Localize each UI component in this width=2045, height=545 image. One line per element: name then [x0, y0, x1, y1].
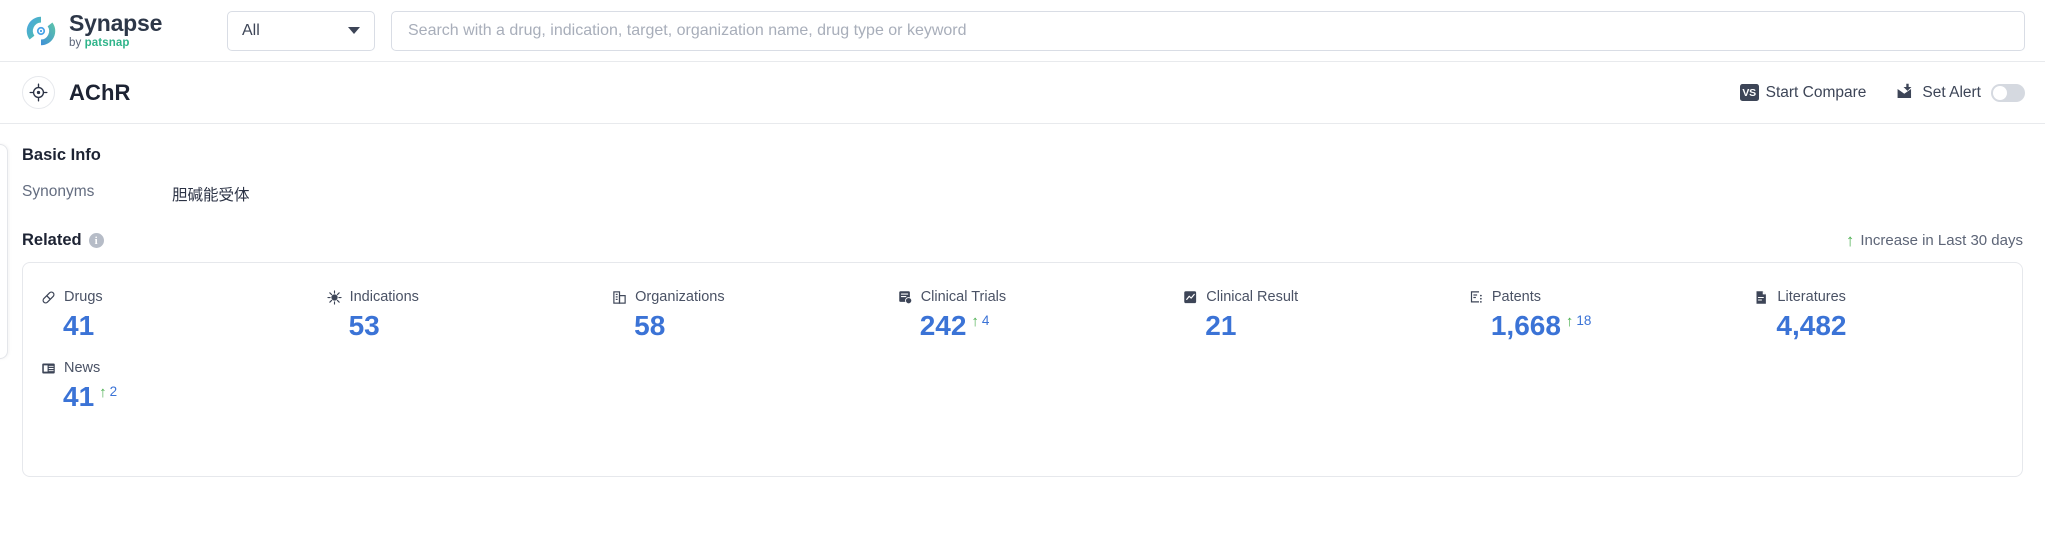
stat-news-value[interactable]: 41	[63, 382, 94, 412]
increase-legend: ↑ Increase in Last 30 days	[1846, 232, 2023, 249]
entity-actions: VS Start Compare Set Alert	[1739, 83, 2025, 102]
related-stats-grid: Drugs 41 Indications 53 Organizations 58…	[23, 289, 2022, 412]
stat-organizations: Organizations 58	[594, 289, 880, 340]
arrow-up-icon: ↑	[1565, 313, 1574, 330]
stat-clinical-result-value[interactable]: 21	[1205, 311, 1236, 341]
stat-indications: Indications 53	[309, 289, 595, 340]
stat-patents-value-row: 1,668 ↑ 18	[1469, 311, 1737, 341]
entity-header: AChR VS Start Compare Set Alert	[0, 62, 2045, 124]
entity-body: Basic Info Synonyms 胆碱能受体 Related i ↑ In…	[0, 124, 2045, 545]
search-input[interactable]	[408, 21, 2008, 40]
pill-icon	[41, 290, 56, 305]
stat-clinical-trials-value[interactable]: 242	[920, 311, 967, 341]
stat-drugs-label: Drugs	[64, 289, 103, 305]
stat-patents-label: Patents	[1491, 289, 1542, 305]
stat-organizations-label-row: Organizations	[612, 289, 880, 305]
virus-icon	[326, 289, 342, 305]
stat-news-delta-value: 2	[109, 384, 118, 400]
literature-icon	[1754, 290, 1769, 305]
stat-patents-delta: ↑ 18	[1566, 314, 1592, 329]
stat-organizations-value[interactable]: 58	[634, 311, 665, 341]
basic-info-heading: Basic Info	[22, 146, 101, 164]
stat-drugs-value-row: 41	[41, 311, 309, 341]
clinical-result-icon	[1183, 290, 1198, 305]
set-alert-control[interactable]: Set Alert	[1896, 83, 2025, 102]
stat-drugs-label-row: Drugs	[41, 289, 309, 305]
stat-literatures-label: Literatures	[1777, 289, 1846, 305]
stat-patents-label-row: Patents	[1469, 289, 1737, 305]
arrow-up-icon: ↑	[99, 384, 107, 402]
alert-bell-icon	[1896, 83, 1915, 102]
synonyms-value: 胆碱能受体	[172, 187, 250, 204]
stat-news-delta: ↑ 2	[99, 385, 117, 400]
global-search-bar: Synapse by patsnap All	[0, 0, 2045, 62]
stat-indications-label: Indications	[349, 289, 419, 305]
arrow-up-icon: ↑	[1845, 231, 1855, 250]
versus-icon: VS	[1739, 84, 1759, 101]
set-alert-toggle[interactable]	[1991, 83, 2025, 102]
logo-wordmark: Synapse	[69, 9, 163, 36]
stat-patents-value[interactable]: 1,668	[1491, 311, 1561, 341]
stat-news-label: News	[64, 360, 101, 377]
related-heading: Related	[22, 231, 82, 249]
set-alert-label: Set Alert	[1922, 83, 1981, 101]
page-title: AChR	[69, 79, 131, 105]
stat-news-value-row: 41 ↑ 2	[41, 382, 309, 412]
stat-organizations-value-row: 58	[612, 311, 880, 341]
stat-literatures: Literatures 4,482	[1736, 289, 2022, 340]
stat-drugs: Drugs 41	[23, 289, 309, 340]
target-icon	[22, 76, 55, 109]
search-category-value: All	[242, 21, 260, 39]
stat-indications-value-row: 53	[327, 311, 595, 341]
info-icon[interactable]: i	[88, 233, 104, 248]
search-category-select[interactable]: All	[227, 10, 375, 51]
clinical-trial-icon	[898, 290, 913, 305]
stat-patents-delta-value: 18	[1576, 313, 1592, 328]
stat-clinical-trials-label: Clinical Trials	[920, 289, 1007, 305]
stat-clinical-trials-delta-value: 4	[981, 313, 990, 328]
synapse-logo-icon	[22, 12, 60, 50]
stat-news-label-row: News	[41, 360, 309, 376]
left-panel-edge	[0, 144, 8, 359]
stat-patents: Patents 1,668 ↑ 18	[1451, 289, 1737, 340]
synonyms-row: Synonyms 胆碱能受体	[22, 183, 2023, 205]
search-input-wrapper[interactable]	[391, 10, 2025, 51]
synapse-logo[interactable]: Synapse by patsnap	[22, 9, 207, 50]
increase-legend-label: Increase in Last 30 days	[1860, 232, 2023, 249]
stat-indications-label-row: Indications	[326, 289, 595, 305]
stat-clinical-result-value-row: 21	[1183, 311, 1451, 341]
stat-clinical-trials-value-row: 242 ↑ 4	[898, 311, 1166, 341]
stat-literatures-value[interactable]: 4,482	[1776, 311, 1846, 341]
stat-organizations-label: Organizations	[635, 289, 725, 305]
entity-title-group: AChR	[22, 76, 131, 109]
stat-clinical-trials-delta: ↑ 4	[971, 314, 989, 329]
arrow-up-icon: ↑	[971, 313, 979, 330]
stat-literatures-value-row: 4,482	[1754, 311, 2022, 341]
stat-indications-value[interactable]: 53	[349, 311, 380, 341]
building-icon	[612, 290, 627, 305]
stat-drugs-value[interactable]: 41	[63, 311, 94, 341]
stat-news: News 41 ↑ 2	[23, 360, 309, 412]
stat-clinical-result-label: Clinical Result	[1206, 289, 1299, 305]
stat-clinical-result-label-row: Clinical Result	[1183, 289, 1451, 305]
related-header: Related i ↑ Increase in Last 30 days	[22, 231, 2023, 250]
stat-clinical-result: Clinical Result 21	[1165, 289, 1451, 340]
start-compare-label: Start Compare	[1765, 83, 1867, 101]
related-stats-card: Drugs 41 Indications 53 Organizations 58…	[22, 262, 2023, 477]
chevron-down-icon	[348, 27, 360, 34]
stat-literatures-label-row: Literatures	[1754, 289, 2022, 305]
news-icon	[41, 361, 56, 376]
stat-clinical-trials-label-row: Clinical Trials	[898, 289, 1166, 305]
stat-clinical-trials: Clinical Trials 242 ↑ 4	[880, 289, 1166, 340]
logo-tagline: by patsnap	[69, 36, 130, 49]
start-compare-button[interactable]: VS Start Compare	[1739, 83, 1867, 102]
patent-icon	[1469, 290, 1484, 305]
synonyms-label: Synonyms	[22, 183, 95, 200]
